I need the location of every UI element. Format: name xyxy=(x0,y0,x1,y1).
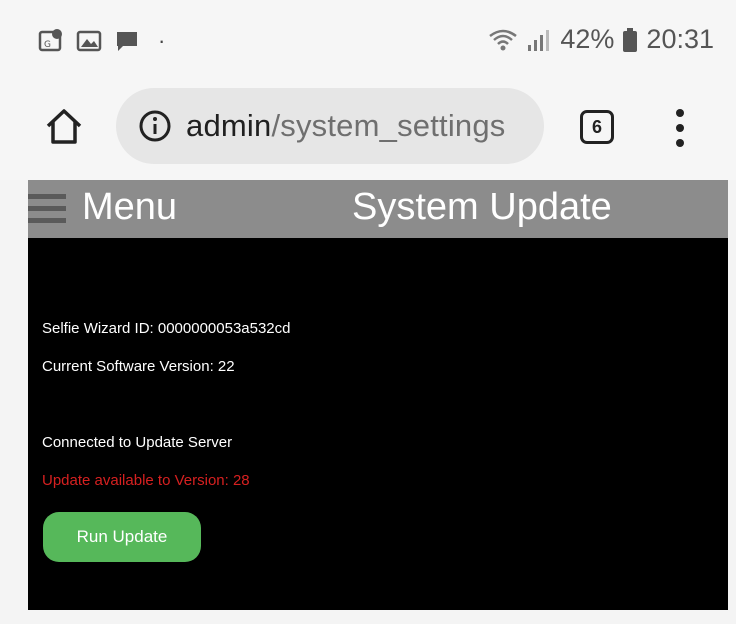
address-bar[interactable]: admin/system_settings xyxy=(116,88,544,164)
tab-switcher-button[interactable]: 6 xyxy=(580,110,614,144)
update-available-notice: Update available to Version: 28 xyxy=(42,472,250,489)
url-text: admin/system_settings xyxy=(186,108,506,144)
page-header: Menu System Update xyxy=(28,180,728,238)
image-icon xyxy=(76,30,102,52)
more-options-icon[interactable] xyxy=(666,104,694,152)
update-panel: Selfie Wizard ID: 0000000053a532cd Curre… xyxy=(28,238,728,610)
battery-icon xyxy=(623,27,638,52)
software-version-text: Current Software Version: 22 xyxy=(42,358,235,375)
run-update-button[interactable]: Run Update xyxy=(43,512,201,562)
system-indicators: 42% 20:31 xyxy=(488,24,714,55)
menu-button[interactable]: Menu xyxy=(82,186,177,229)
phone-screen: G · 42% 20:31 admin/system_settings 6 Me… xyxy=(0,0,736,624)
wifi-icon xyxy=(489,29,518,50)
server-status-text: Connected to Update Server xyxy=(42,434,233,451)
signal-icon xyxy=(528,29,550,51)
battery-percent: 42% xyxy=(560,24,615,54)
location-photo-icon: G xyxy=(38,29,62,52)
url-host: admin xyxy=(186,108,272,143)
browser-toolbar: admin/system_settings 6 xyxy=(0,80,736,180)
clock: 20:31 xyxy=(646,24,714,54)
notification-area: G · xyxy=(38,28,165,54)
info-icon[interactable] xyxy=(138,109,172,143)
home-icon[interactable] xyxy=(44,106,84,146)
page-title: System Update xyxy=(352,186,612,228)
url-path: /system_settings xyxy=(271,108,506,143)
chat-icon xyxy=(117,32,137,51)
more-notifications-dot: · xyxy=(158,28,166,53)
status-bar: G · 42% 20:31 xyxy=(0,0,736,80)
device-id-text: Selfie Wizard ID: 0000000053a532cd xyxy=(42,320,291,337)
svg-text:G: G xyxy=(44,40,51,50)
hamburger-menu-icon[interactable] xyxy=(28,192,70,226)
